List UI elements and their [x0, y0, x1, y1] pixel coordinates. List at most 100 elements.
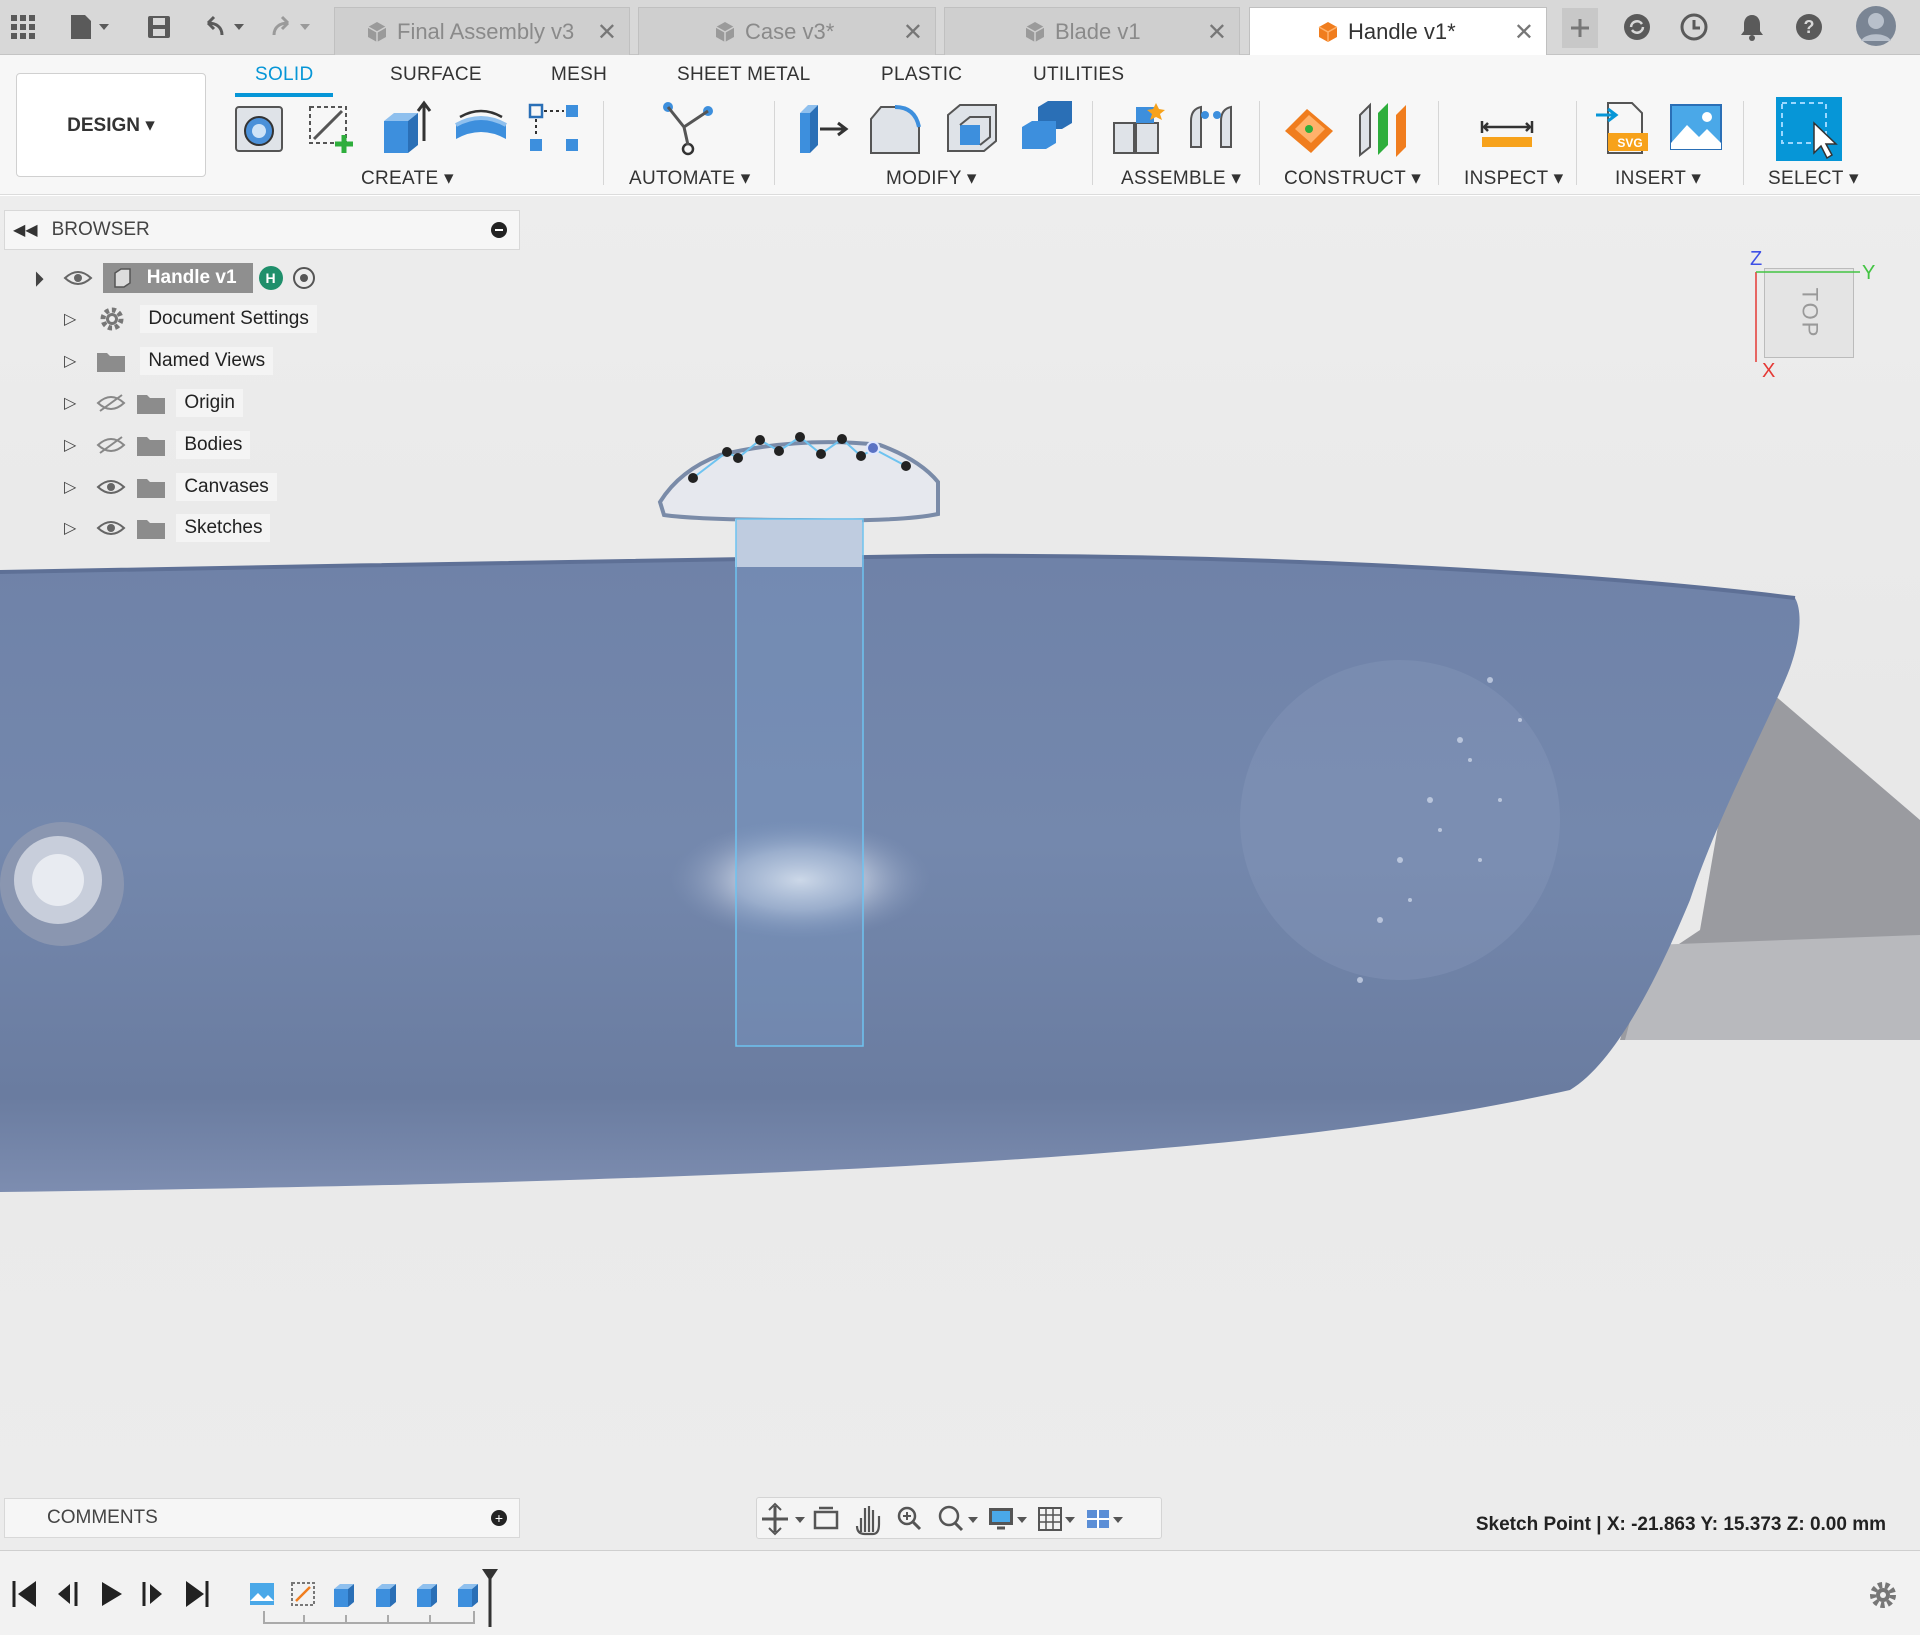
- tab-case[interactable]: Case v3* ✕: [638, 7, 936, 55]
- close-tab-icon[interactable]: ✕: [597, 18, 617, 47]
- new-component-icon[interactable]: [232, 99, 290, 157]
- history-clock-icon[interactable]: [1677, 10, 1711, 44]
- new-tab-icon[interactable]: [1562, 8, 1598, 48]
- modify-group-label[interactable]: MODIFY ▾: [886, 167, 977, 190]
- extrude-icon[interactable]: [378, 99, 436, 157]
- expand-arrow-icon[interactable]: ▷: [64, 477, 76, 497]
- expand-arrow-icon[interactable]: ▷: [64, 518, 76, 538]
- automate-group-label[interactable]: AUTOMATE ▾: [629, 167, 751, 190]
- joint-icon[interactable]: [1185, 99, 1243, 157]
- browser-panel-header[interactable]: ◀◀ BROWSER: [4, 210, 520, 250]
- workspace-switcher-button[interactable]: DESIGN ▾: [16, 73, 206, 177]
- construct-group-label[interactable]: CONSTRUCT ▾: [1284, 167, 1421, 190]
- tab-final-assembly[interactable]: Final Assembly v3 ✕: [334, 7, 630, 55]
- collapse-panel-icon[interactable]: ◀◀: [13, 220, 38, 240]
- pattern-icon[interactable]: [526, 99, 584, 157]
- browser-root-row[interactable]: ◢ Handle v1 H: [26, 261, 315, 295]
- offset-plane-icon[interactable]: [1281, 99, 1339, 157]
- timeline-extrude-feature-icon[interactable]: [376, 1584, 396, 1607]
- orbit-icon[interactable]: [762, 1502, 805, 1536]
- inspect-group-label[interactable]: INSPECT ▾: [1464, 167, 1564, 190]
- tab-handle-active[interactable]: Handle v1* ✕: [1249, 7, 1547, 56]
- select-tool-button[interactable]: [1776, 97, 1842, 161]
- panel-minimize-icon[interactable]: [491, 222, 507, 238]
- timeline-extrude-feature-icon[interactable]: [334, 1584, 354, 1607]
- timeline-previous-icon[interactable]: [58, 1582, 84, 1606]
- grid-icon[interactable]: [1038, 1507, 1075, 1531]
- browser-item-named-views[interactable]: ▷ Named Views: [64, 344, 274, 378]
- insert-canvas-icon[interactable]: [1667, 99, 1725, 157]
- eye-hidden-icon[interactable]: [96, 435, 126, 455]
- timeline-next-icon[interactable]: [142, 1582, 162, 1606]
- expand-arrow-icon[interactable]: ▷: [64, 435, 76, 455]
- tab-utilities[interactable]: UTILITIES: [1033, 64, 1124, 86]
- timeline-settings-gear-icon[interactable]: [1870, 1582, 1896, 1608]
- zoom-icon[interactable]: [897, 1506, 922, 1531]
- add-comment-icon[interactable]: +: [491, 1510, 507, 1526]
- timeline-last-icon[interactable]: [186, 1581, 209, 1607]
- undo-icon[interactable]: [198, 10, 252, 44]
- tab-surface[interactable]: SURFACE: [390, 64, 482, 86]
- shell-icon[interactable]: [944, 99, 1002, 157]
- app-grid-icon[interactable]: [6, 10, 40, 44]
- browser-item-sketches[interactable]: ▷ Sketches: [64, 511, 271, 545]
- timeline-extrude-feature-icon[interactable]: [458, 1584, 478, 1607]
- timeline-extrude-feature-icon[interactable]: [417, 1584, 437, 1607]
- expand-arrow-icon[interactable]: ▷: [64, 309, 76, 329]
- new-component-assemble-icon[interactable]: [1110, 99, 1168, 157]
- automate-icon[interactable]: [660, 99, 718, 157]
- help-icon[interactable]: ?: [1792, 10, 1826, 44]
- save-icon[interactable]: [142, 10, 176, 44]
- fillet-icon[interactable]: [867, 99, 925, 157]
- tab-solid[interactable]: SOLID: [255, 64, 314, 86]
- comments-panel[interactable]: COMMENTS +: [4, 1498, 520, 1538]
- activate-radio-icon[interactable]: [292, 267, 315, 289]
- active-component-label[interactable]: Handle v1: [102, 263, 253, 293]
- insert-group-label[interactable]: INSERT ▾: [1615, 167, 1701, 190]
- expand-arrow-icon[interactable]: ▷: [64, 393, 76, 413]
- create-group-label[interactable]: CREATE ▾: [361, 167, 454, 190]
- create-sketch-icon[interactable]: [304, 99, 362, 157]
- tab-plastic[interactable]: PLASTIC: [881, 64, 962, 86]
- browser-item-canvases[interactable]: ▷ Canvases: [64, 470, 277, 504]
- timeline-sketch-feature-icon[interactable]: [291, 1582, 315, 1606]
- look-at-icon[interactable]: [813, 1506, 839, 1530]
- file-menu-icon[interactable]: [64, 10, 116, 44]
- measure-icon[interactable]: [1478, 99, 1536, 157]
- canvas-viewport[interactable]: [0, 196, 1920, 1550]
- display-settings-icon[interactable]: [989, 1508, 1027, 1530]
- eye-icon[interactable]: [96, 518, 126, 538]
- close-tab-icon[interactable]: ✕: [1514, 18, 1534, 47]
- close-tab-icon[interactable]: ✕: [1207, 18, 1227, 47]
- select-group-label[interactable]: SELECT ▾: [1768, 167, 1859, 190]
- tab-sheet-metal[interactable]: SHEET METAL: [677, 64, 811, 86]
- job-status-icon[interactable]: [1620, 10, 1654, 44]
- zoom-window-icon[interactable]: [938, 1505, 978, 1532]
- eye-icon[interactable]: [63, 268, 93, 288]
- notifications-bell-icon[interactable]: [1735, 10, 1769, 44]
- sketch-rectangle[interactable]: [735, 518, 864, 1047]
- tab-blade[interactable]: Blade v1 ✕: [944, 7, 1240, 55]
- browser-item-bodies[interactable]: ▷ Bodies: [64, 428, 251, 462]
- midplane-icon[interactable]: [1356, 99, 1414, 157]
- tab-mesh[interactable]: MESH: [551, 64, 607, 86]
- insert-svg-icon[interactable]: SVG: [1594, 99, 1652, 157]
- viewports-icon[interactable]: [1087, 1510, 1123, 1528]
- redo-icon[interactable]: [264, 10, 318, 44]
- timeline-first-icon[interactable]: [12, 1581, 36, 1607]
- eye-hidden-icon[interactable]: [96, 393, 126, 413]
- browser-item-document-settings[interactable]: ▷ Document Settings: [64, 302, 317, 336]
- revolve-icon[interactable]: [452, 99, 510, 157]
- user-avatar[interactable]: [1854, 4, 1898, 48]
- press-pull-icon[interactable]: [794, 99, 852, 157]
- close-tab-icon[interactable]: ✕: [903, 18, 923, 47]
- browser-item-origin[interactable]: ▷ Origin: [64, 386, 243, 420]
- combine-icon[interactable]: [1018, 99, 1076, 157]
- eye-icon[interactable]: [96, 477, 126, 497]
- pan-hand-icon[interactable]: [855, 1506, 881, 1536]
- timeline-play-icon[interactable]: [102, 1582, 122, 1606]
- timeline-marker-handle[interactable]: [482, 1569, 498, 1627]
- timeline-canvas-feature-icon[interactable]: [250, 1583, 274, 1605]
- assemble-group-label[interactable]: ASSEMBLE ▾: [1121, 167, 1241, 190]
- expand-arrow-icon[interactable]: ▷: [64, 351, 76, 371]
